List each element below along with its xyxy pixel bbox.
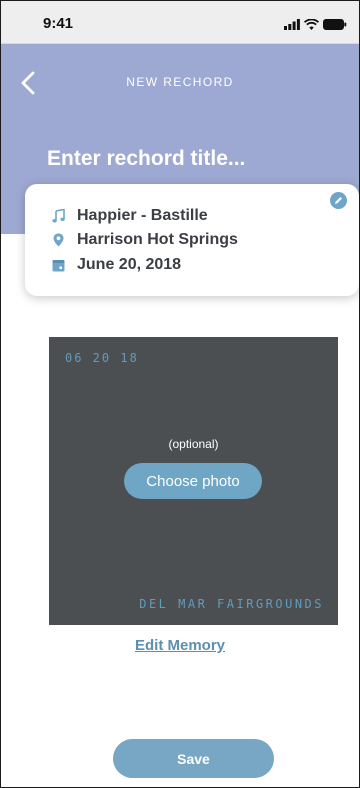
status-icons — [284, 17, 347, 35]
wifi-icon — [303, 17, 320, 35]
optional-label: (optional) — [168, 437, 219, 451]
location-row: Harrison Hot Springs — [51, 231, 238, 249]
date-text: June 20, 2018 — [77, 256, 182, 273]
date-row: June 20, 2018 — [51, 256, 181, 274]
music-note-icon — [51, 209, 65, 223]
song-row: Happier - Bastille — [51, 207, 208, 225]
photo-area[interactable]: 06 20 18 (optional) Choose photo DEL MAR… — [49, 337, 338, 625]
save-button[interactable]: Save — [113, 739, 274, 778]
battery-icon — [323, 17, 347, 35]
screen-title: NEW RECHORD — [126, 75, 234, 89]
rechord-title-input[interactable] — [47, 139, 327, 179]
signal-bars-icon — [284, 17, 300, 35]
pencil-icon[interactable] — [330, 192, 347, 209]
photo-date-stamp: 06 20 18 — [65, 351, 139, 365]
status-bar: 9:41 — [1, 1, 359, 44]
edit-memory-link[interactable]: Edit Memory — [1, 637, 359, 654]
choose-photo-button[interactable]: Choose photo — [124, 463, 262, 499]
location-text: Harrison Hot Springs — [77, 231, 238, 248]
rechord-info-card: Happier - Bastille Harrison Hot Springs … — [25, 184, 359, 296]
calendar-icon — [51, 258, 65, 272]
map-pin-icon — [51, 233, 65, 247]
phone-screen: 9:41 NEW RECHORD Enter rechord title... … — [0, 0, 360, 788]
photo-location-stamp: DEL MAR FAIRGROUNDS — [139, 597, 324, 611]
status-time: 9:41 — [43, 15, 74, 32]
song-text: Happier - Bastille — [77, 207, 208, 224]
